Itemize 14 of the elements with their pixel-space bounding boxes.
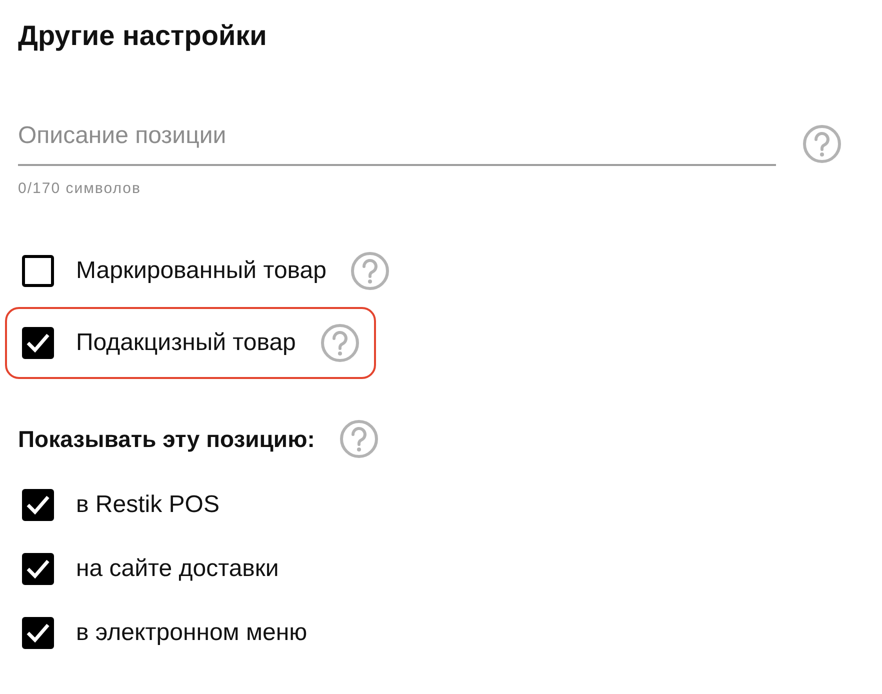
checkbox[interactable] [22, 617, 54, 649]
character-counter: 0/170 символов [18, 180, 142, 197]
checkbox[interactable] [22, 553, 54, 585]
section-heading: Показывать эту позицию: [18, 426, 315, 452]
checkbox[interactable] [22, 327, 54, 359]
checkbox-label[interactable]: Подакцизный товар [76, 329, 296, 357]
checkbox[interactable] [22, 489, 54, 521]
checkbox-label[interactable]: в Restik POS [76, 491, 220, 519]
checkbox[interactable] [22, 255, 54, 287]
checkbox-label[interactable]: на сайте доставки [76, 555, 279, 583]
checkbox-label[interactable]: Маркированный товар [76, 257, 326, 285]
section-title: Другие настройки [18, 20, 268, 52]
description-field[interactable]: Описание позиции [18, 122, 776, 166]
checkbox-label[interactable]: в электронном меню [76, 619, 308, 647]
